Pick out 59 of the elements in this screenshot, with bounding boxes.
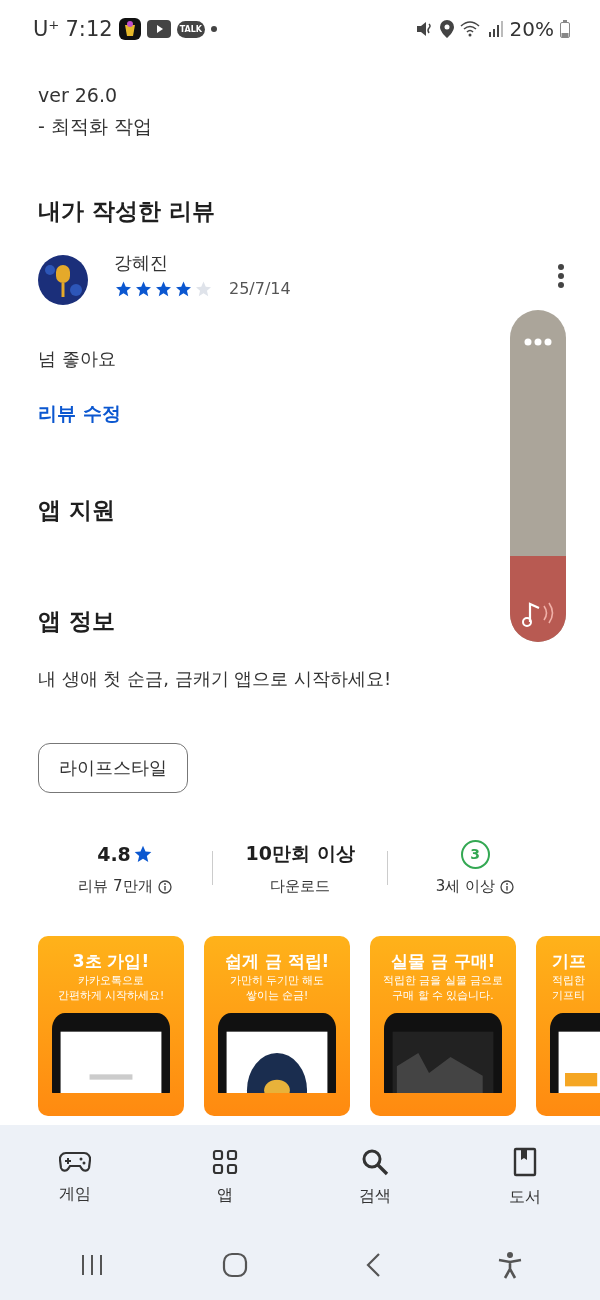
reviewer-name: 강혜진 [114, 251, 169, 275]
chat-bubble-icon: TALK [176, 20, 205, 38]
video-play-icon [146, 20, 171, 38]
avatar [38, 255, 88, 305]
location-icon [439, 20, 454, 38]
section-heading: 내가 작성한 리뷰 [38, 197, 215, 226]
dot-icon [210, 26, 217, 32]
stat-value: 10만회 이상 [245, 841, 355, 866]
wifi-icon [459, 21, 482, 37]
release-notes: - 최적화 작업 [38, 114, 153, 139]
screenshot-caption: 기프티 [552, 988, 585, 1003]
screenshot-caption: 쌓이는 순금! [245, 988, 309, 1003]
age-rating-icon: 3 [460, 839, 490, 869]
carrier: U⁺ [33, 17, 60, 41]
nav-tab[interactable]: 게임 [0, 1125, 150, 1230]
nav-tab[interactable]: 앱 [150, 1125, 300, 1230]
screenshot-caption: 적립한 [552, 973, 585, 988]
nav-tab[interactable]: 도서 [450, 1125, 600, 1230]
grid-icon [212, 1149, 238, 1175]
screenshot-title: 쉽게 금 적립! [224, 950, 330, 973]
category-chip[interactable]: 라이프스타일 [38, 743, 188, 793]
info-icon[interactable] [157, 879, 172, 894]
more-icon[interactable] [557, 263, 565, 289]
nav-tab[interactable]: 검색 [300, 1125, 450, 1230]
section-heading[interactable]: 앱 정보 [38, 606, 115, 637]
screenshot-caption: 카카오톡으로 [78, 973, 144, 988]
battery-percent: 20% [509, 17, 554, 41]
screenshot-caption: 가만히 두기만 해도 [229, 973, 325, 988]
info-icon[interactable] [500, 879, 515, 894]
screenshot-caption: 구매 할 수 있습니다. [392, 988, 494, 1003]
signal-icon [487, 21, 504, 37]
screenshot-title: 실물 금 구매! [390, 950, 496, 973]
screenshot-title: 기프 [552, 950, 586, 973]
review-date: 25/7/14 [229, 279, 291, 298]
gamepad-icon [59, 1150, 91, 1174]
screenshot-title: 3초 가입! [72, 950, 150, 973]
back-icon[interactable] [364, 1252, 381, 1278]
book-icon [513, 1147, 537, 1177]
edit-review-link[interactable]: 리뷰 수정 [38, 401, 121, 427]
star-icon [132, 844, 153, 864]
accessibility-icon[interactable] [497, 1251, 522, 1279]
battery-icon [560, 20, 570, 38]
stat-label: 리뷰 7만개 [78, 877, 153, 896]
app-description: 내 생애 첫 순금, 금캐기 앱으로 시작하세요! [38, 667, 393, 691]
section-heading[interactable]: 앱 지원 [38, 495, 115, 526]
stat-value: 4.8 [97, 843, 131, 865]
mute-icon [415, 21, 434, 37]
review-text: 넘 좋아요 [38, 347, 117, 371]
music-note-icon [522, 600, 556, 628]
version-text: ver 26.0 [38, 83, 119, 108]
screenshot-caption: 간편하게 시작하세요! [57, 988, 165, 1003]
stat-label: 3세 이상 [435, 877, 496, 896]
volume-slider[interactable] [510, 310, 566, 642]
app-icon [118, 18, 141, 40]
home-icon[interactable] [221, 1252, 248, 1278]
search-icon [361, 1148, 389, 1176]
clock: 7:12 [65, 17, 113, 41]
screenshot-caption: 적립한 금을 실물 금으로 [383, 973, 503, 988]
stat-label: 다운로드 [270, 877, 330, 896]
